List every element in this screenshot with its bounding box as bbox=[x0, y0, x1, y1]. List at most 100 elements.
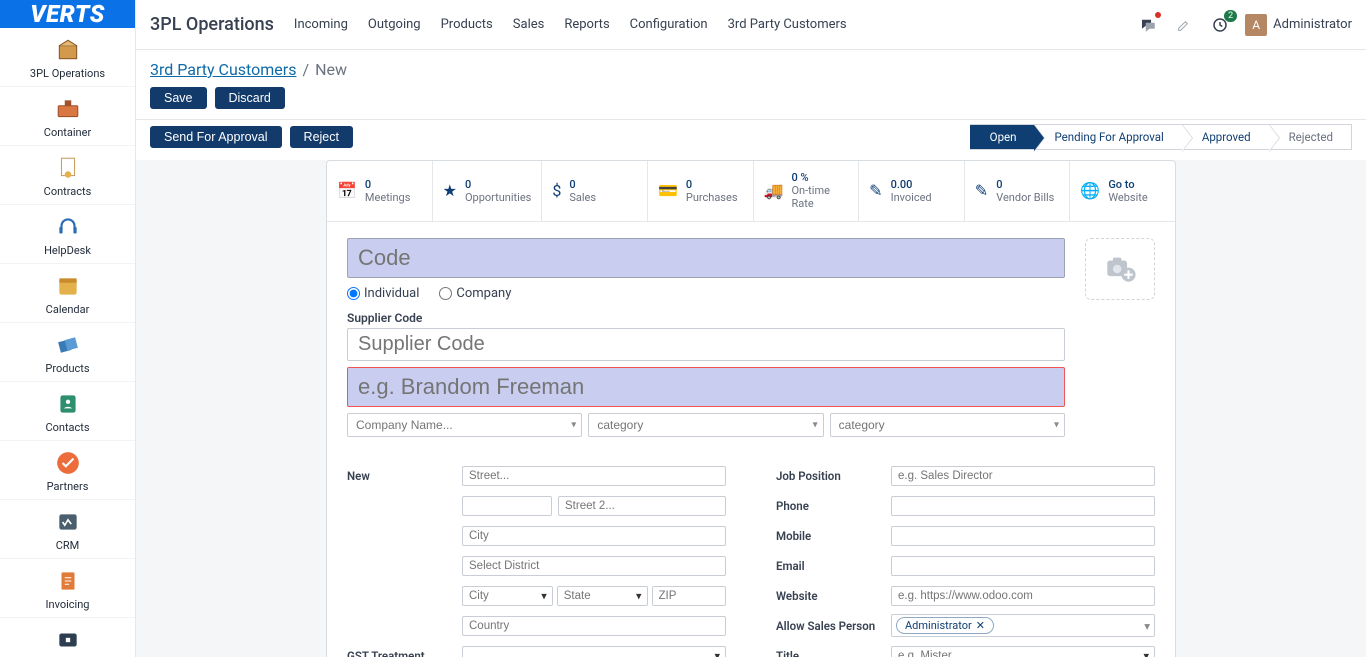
sidebar-item-contracts[interactable]: Contracts bbox=[0, 146, 135, 205]
flow-pending[interactable]: Pending For Approval bbox=[1034, 124, 1181, 150]
radio-individual-input[interactable] bbox=[347, 287, 360, 300]
activity-icon[interactable]: 2 bbox=[1209, 14, 1231, 36]
stat-tabs: 📅 0Meetings ★ 0Opportunities $ 0Sales 💳 … bbox=[327, 161, 1175, 222]
sidebar-label: Container bbox=[44, 126, 91, 139]
nav-outgoing[interactable]: Outgoing bbox=[368, 17, 421, 32]
stat-sales[interactable]: $ 0Sales bbox=[542, 161, 648, 221]
email-input[interactable] bbox=[891, 556, 1155, 576]
title-select[interactable] bbox=[891, 646, 1155, 657]
sidebar-item-calendar[interactable]: Calendar bbox=[0, 264, 135, 323]
logo[interactable]: VERTS bbox=[0, 0, 135, 28]
mobile-input[interactable] bbox=[891, 526, 1155, 546]
new-aux-input[interactable] bbox=[462, 496, 552, 516]
city2-input[interactable] bbox=[462, 586, 553, 606]
stat-meetings[interactable]: 📅 0Meetings bbox=[327, 161, 433, 221]
form-sheet: 📅 0Meetings ★ 0Opportunities $ 0Sales 💳 … bbox=[326, 160, 1176, 657]
pencil-icon: ✎ bbox=[869, 181, 882, 200]
truck-icon: 🚚 bbox=[764, 181, 784, 200]
label-gst: GST Treatment bbox=[347, 649, 462, 657]
sidebar-item-project[interactable]: Project bbox=[0, 618, 135, 657]
sidebar-item-container[interactable]: Container bbox=[0, 87, 135, 146]
sidebar-item-crm[interactable]: CRM bbox=[0, 500, 135, 559]
image-upload[interactable] bbox=[1085, 238, 1155, 300]
phone-input[interactable] bbox=[891, 496, 1155, 516]
zip-input[interactable] bbox=[652, 586, 727, 606]
sidebar-label: Contracts bbox=[44, 185, 92, 198]
save-button[interactable]: Save bbox=[150, 87, 207, 109]
activity-badge: 2 bbox=[1224, 10, 1237, 22]
city-input[interactable] bbox=[462, 526, 726, 546]
nav-reports[interactable]: Reports bbox=[564, 17, 609, 32]
job-position-input[interactable] bbox=[891, 466, 1155, 486]
label-website: Website bbox=[776, 589, 891, 603]
flow-rejected[interactable]: Rejected bbox=[1269, 124, 1352, 150]
stat-opportunities[interactable]: ★ 0Opportunities bbox=[433, 161, 543, 221]
calendar-icon: 📅 bbox=[337, 181, 357, 200]
partners-icon bbox=[54, 449, 82, 477]
send-approval-button[interactable]: Send For Approval bbox=[150, 126, 282, 148]
sidebar-item-contacts[interactable]: Contacts bbox=[0, 382, 135, 441]
nav-sales[interactable]: Sales bbox=[513, 17, 545, 32]
street2-input[interactable] bbox=[558, 496, 726, 516]
sidebar-label: Partners bbox=[47, 480, 89, 493]
stat-vendor-bills[interactable]: ✎ 0Vendor Bills bbox=[965, 161, 1071, 221]
radio-individual[interactable]: Individual bbox=[347, 286, 419, 301]
messages-icon[interactable] bbox=[1137, 14, 1159, 36]
name-input[interactable] bbox=[347, 367, 1065, 407]
company-select[interactable]: ▾ bbox=[347, 413, 582, 437]
sidebar-label: HelpDesk bbox=[44, 244, 91, 257]
label-supplier-code: Supplier Code bbox=[347, 311, 1065, 325]
globe-icon: 🌐 bbox=[1080, 181, 1100, 200]
nav-products[interactable]: Products bbox=[441, 17, 493, 32]
label-mobile: Mobile bbox=[776, 529, 891, 543]
supplier-code-input[interactable] bbox=[347, 328, 1065, 361]
sales-person-tag[interactable]: Administrator✕ bbox=[896, 617, 994, 634]
stat-purchases[interactable]: 💳 0Purchases bbox=[648, 161, 754, 221]
products-icon bbox=[54, 331, 82, 359]
topbar: 3PL Operations Incoming Outgoing Product… bbox=[136, 0, 1366, 50]
topnav: Incoming Outgoing Products Sales Reports… bbox=[294, 17, 847, 32]
sidebar-item-invoicing[interactable]: Invoicing bbox=[0, 559, 135, 618]
flow-approved[interactable]: Approved bbox=[1182, 124, 1269, 150]
category-select-1[interactable]: ▾ bbox=[588, 413, 823, 437]
container-icon bbox=[54, 95, 82, 123]
state-input[interactable] bbox=[557, 586, 648, 606]
status-flow: Open Pending For Approval Approved Rejec… bbox=[970, 124, 1352, 150]
sidebar-item-products[interactable]: Products bbox=[0, 323, 135, 382]
remove-icon[interactable]: ✕ bbox=[976, 619, 985, 632]
country-input[interactable] bbox=[462, 616, 726, 636]
label-email: Email bbox=[776, 559, 891, 573]
radio-company[interactable]: Company bbox=[439, 286, 511, 301]
gst-select[interactable] bbox=[462, 646, 726, 657]
stat-website[interactable]: 🌐 Go toWebsite bbox=[1070, 161, 1175, 221]
nav-3rd-party-customers[interactable]: 3rd Party Customers bbox=[728, 17, 847, 32]
user-avatar: A bbox=[1245, 14, 1267, 36]
code-input[interactable] bbox=[347, 238, 1065, 278]
stat-invoiced[interactable]: ✎ 0.00Invoiced bbox=[859, 161, 965, 221]
street-input[interactable] bbox=[462, 466, 726, 486]
flow-open[interactable]: Open bbox=[970, 124, 1035, 150]
reject-button[interactable]: Reject bbox=[290, 126, 353, 148]
sidebar-label: 3PL Operations bbox=[30, 67, 105, 80]
breadcrumb-current: New bbox=[315, 60, 347, 79]
sidebar-item-partners[interactable]: Partners bbox=[0, 441, 135, 500]
edit-icon[interactable] bbox=[1173, 14, 1195, 36]
district-input[interactable] bbox=[462, 556, 726, 576]
discard-button[interactable]: Discard bbox=[215, 87, 285, 109]
nav-configuration[interactable]: Configuration bbox=[630, 17, 708, 32]
allow-sales-field[interactable]: Administrator✕ ▾ bbox=[891, 614, 1155, 637]
contacts-icon bbox=[54, 390, 82, 418]
radio-company-input[interactable] bbox=[439, 287, 452, 300]
breadcrumb: 3rd Party Customers / New bbox=[136, 50, 1366, 83]
website-input[interactable] bbox=[891, 586, 1155, 606]
card-icon: 💳 bbox=[658, 181, 678, 200]
sidebar-item-helpdesk[interactable]: HelpDesk bbox=[0, 205, 135, 264]
nav-incoming[interactable]: Incoming bbox=[294, 17, 348, 32]
stat-ontime[interactable]: 🚚 0 %On-time Rate bbox=[754, 161, 860, 221]
box-icon bbox=[54, 36, 82, 64]
sidebar-label: Contacts bbox=[45, 421, 89, 434]
sidebar-item-3pl-operations[interactable]: 3PL Operations bbox=[0, 28, 135, 87]
category-select-2[interactable]: ▾ bbox=[830, 413, 1065, 437]
user-menu[interactable]: A Administrator bbox=[1245, 14, 1352, 36]
breadcrumb-parent-link[interactable]: 3rd Party Customers bbox=[150, 60, 296, 79]
